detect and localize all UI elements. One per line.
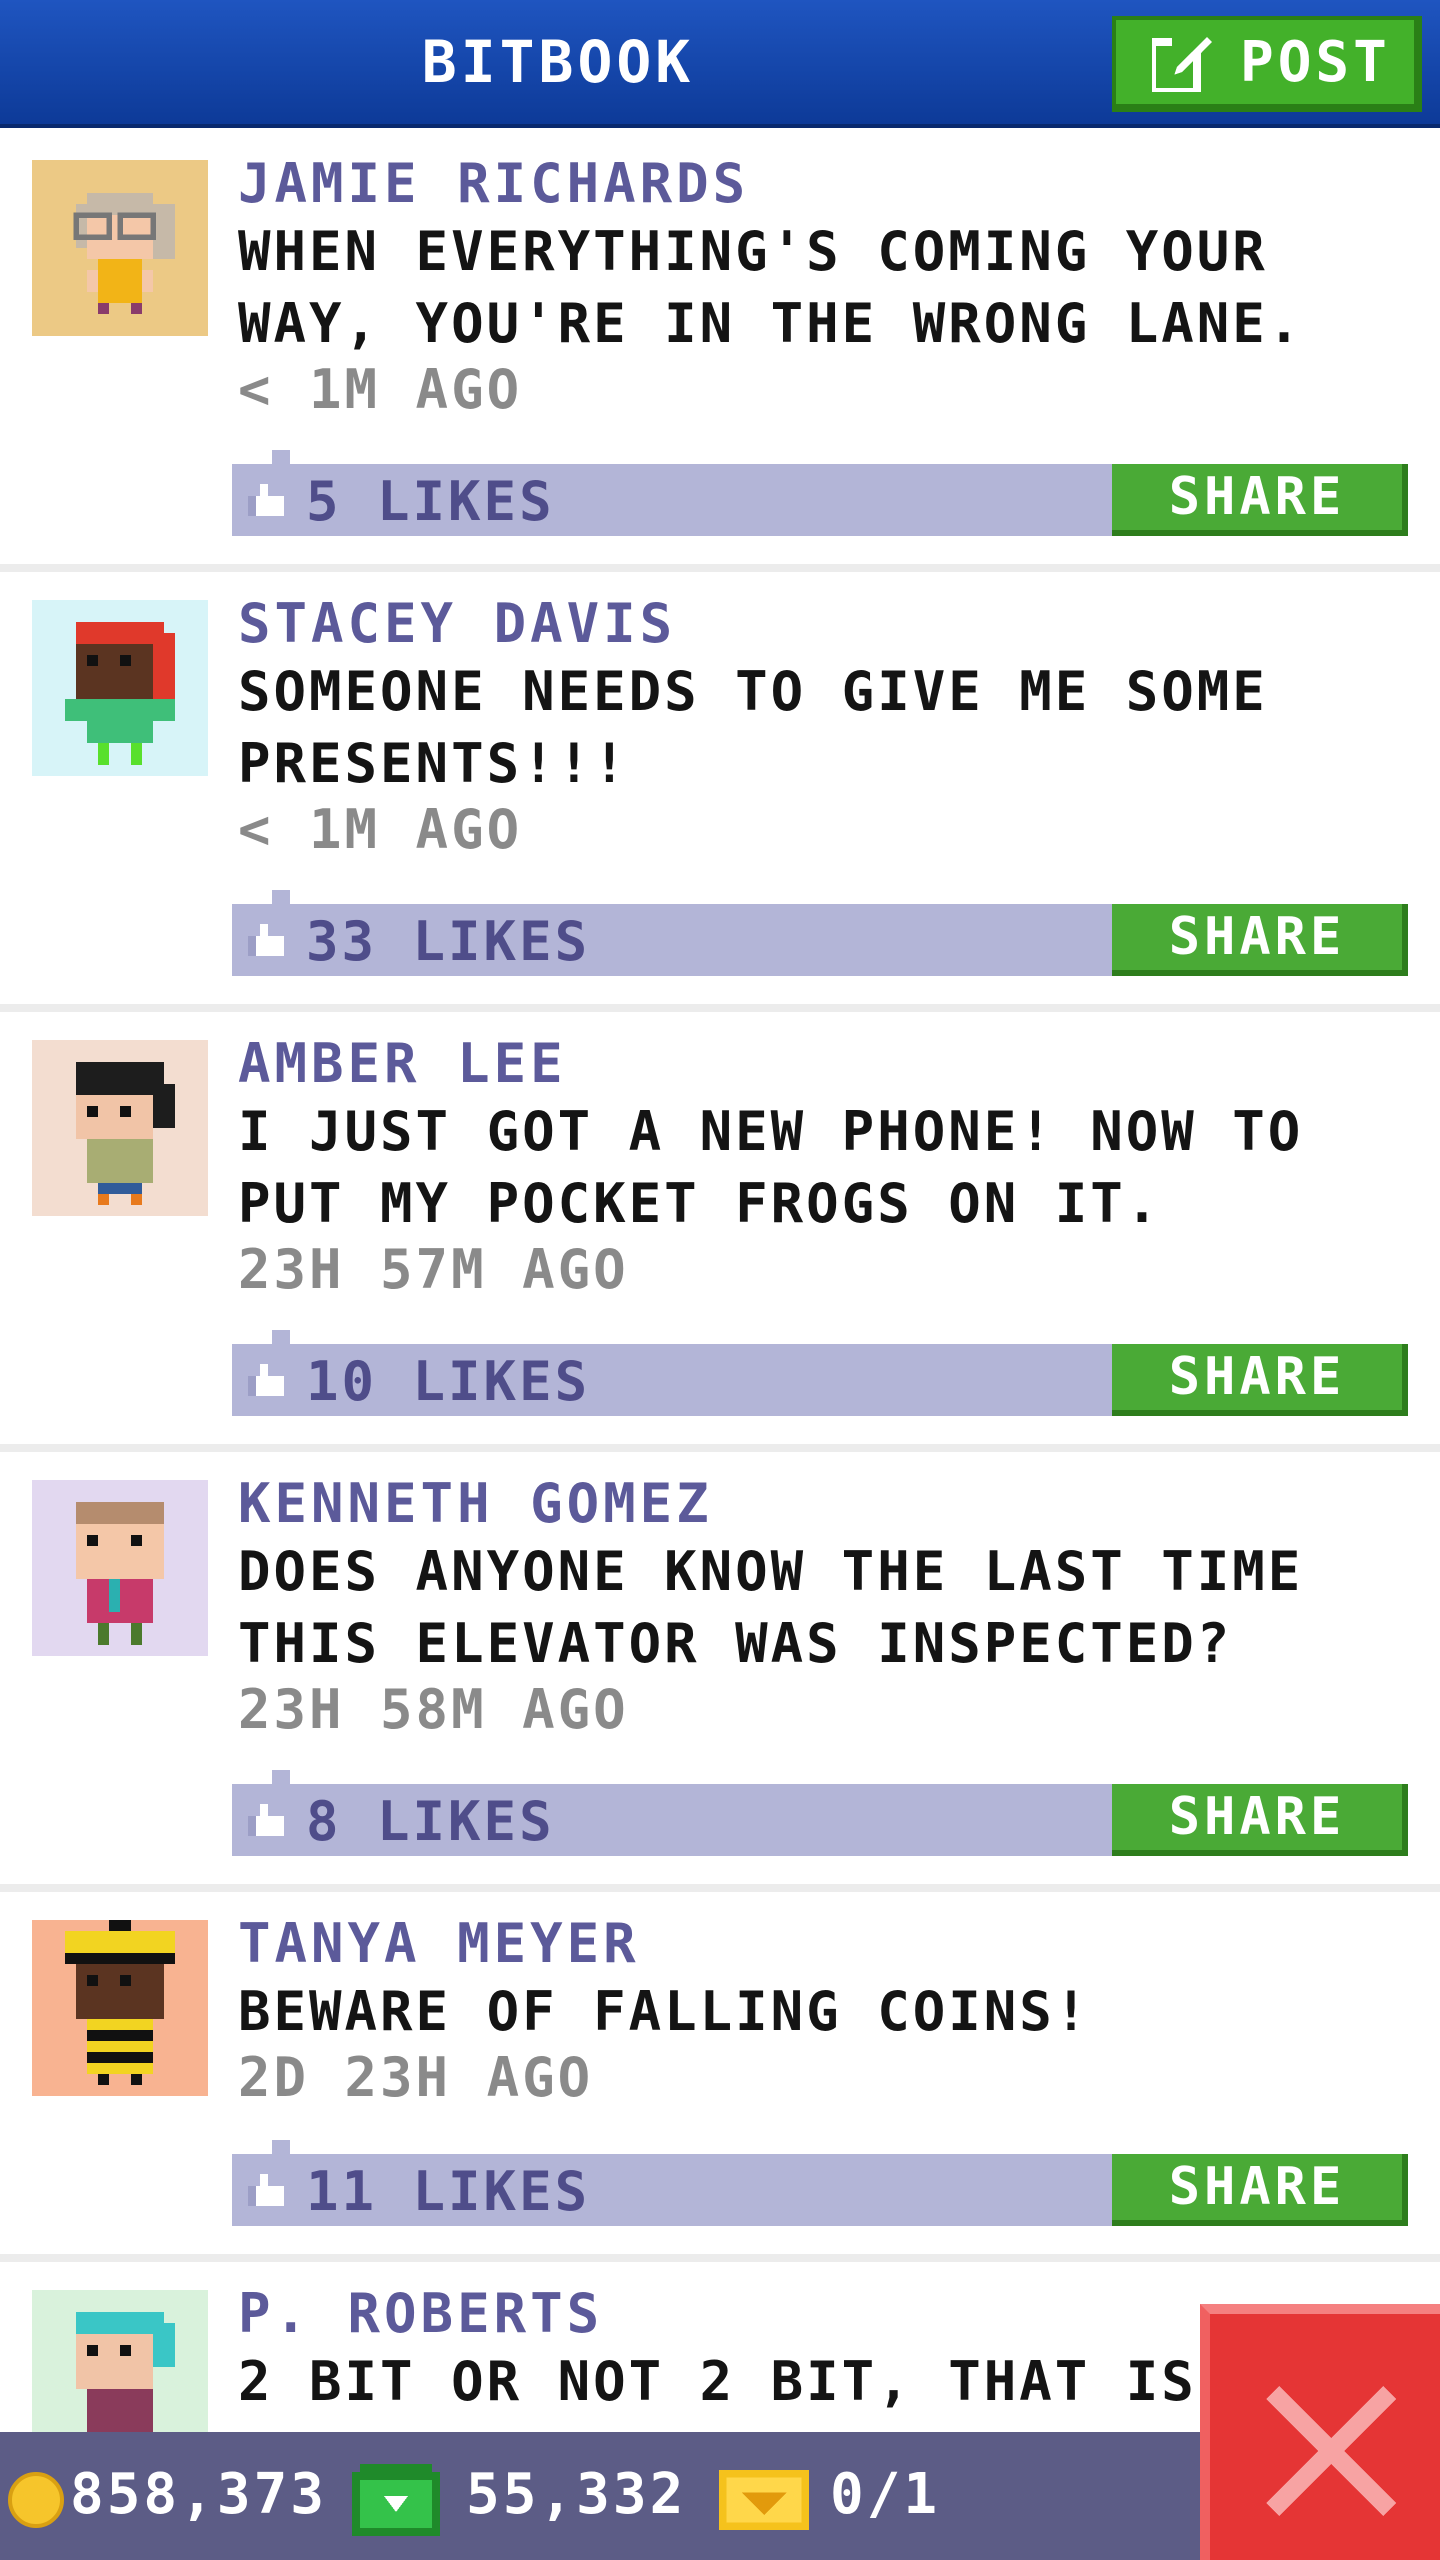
bux-icon	[352, 2464, 440, 2536]
avatar	[32, 160, 208, 336]
post-author[interactable]: P. ROBERTS	[238, 2282, 603, 2345]
likes-count: 11 LIKES	[306, 2160, 591, 2223]
post-message: BEWARE OF FALLING COINS!	[238, 1980, 1091, 2043]
thumbs-up-icon	[248, 924, 284, 956]
post-time: 23H 57M AGO	[238, 1238, 629, 1301]
feed-post: AMBER LEE I JUST GOT A NEW PHONE! NOW TO…	[0, 1012, 1440, 1452]
post-message: I JUST GOT A NEW PHONE! NOW TO PUT MY PO…	[238, 1100, 1304, 1235]
thumbs-up-icon	[248, 1804, 284, 1836]
avatar	[32, 1480, 208, 1656]
post-button[interactable]: POST	[1112, 16, 1422, 112]
post-author[interactable]: AMBER LEE	[238, 1032, 567, 1095]
likes-count: 10 LIKES	[306, 1350, 591, 1413]
thumbs-up-icon	[248, 484, 284, 516]
avatar	[32, 600, 208, 776]
share-button[interactable]: SHARE	[1112, 1344, 1408, 1416]
avatar	[32, 1040, 208, 1216]
coin-icon	[8, 2472, 64, 2528]
post-author[interactable]: KENNETH GOMEZ	[238, 1472, 713, 1535]
post-message: SOMEONE NEEDS TO GIVE ME SOME PRESENTS!!…	[238, 660, 1268, 795]
avatar	[32, 1920, 208, 2096]
post-button-label: POST	[1240, 29, 1391, 95]
thumbs-up-icon	[248, 1364, 284, 1396]
thumbs-up-icon	[248, 2174, 284, 2206]
post-author[interactable]: STACEY DAVIS	[238, 592, 676, 655]
coins-count: 858,373	[70, 2462, 328, 2527]
share-button[interactable]: SHARE	[1112, 2154, 1408, 2226]
app-header: BITBOOK POST	[0, 0, 1440, 128]
bux-count: 55,332	[466, 2462, 687, 2527]
feed-post: JAMIE RICHARDS WHEN EVERYTHING'S COMING …	[0, 132, 1440, 572]
feed-post: STACEY DAVIS SOMEONE NEEDS TO GIVE ME SO…	[0, 572, 1440, 1012]
feed-post: KENNETH GOMEZ DOES ANYONE KNOW THE LAST …	[0, 1452, 1440, 1892]
edit-icon	[1152, 32, 1212, 92]
post-author[interactable]: JAMIE RICHARDS	[238, 152, 749, 215]
share-button[interactable]: SHARE	[1112, 904, 1408, 976]
post-message: WHEN EVERYTHING'S COMING YOUR WAY, YOU'R…	[238, 220, 1304, 355]
post-time: < 1M AGO	[238, 358, 523, 421]
likes-count: 33 LIKES	[306, 910, 591, 973]
likes-count: 8 LIKES	[306, 1790, 555, 1853]
post-time: < 1M AGO	[238, 798, 523, 861]
post-message: DOES ANYONE KNOW THE LAST TIME THIS ELEV…	[238, 1540, 1304, 1675]
tickets-count: 0/1	[830, 2462, 941, 2527]
close-icon	[1266, 2386, 1396, 2516]
feed-post: TANYA MEYER BEWARE OF FALLING COINS! 2D …	[0, 1892, 1440, 2262]
share-button[interactable]: SHARE	[1112, 464, 1408, 536]
share-button[interactable]: SHARE	[1112, 1784, 1408, 1856]
close-button[interactable]	[1200, 2304, 1440, 2560]
post-author[interactable]: TANYA MEYER	[238, 1912, 640, 1975]
post-time: 23H 58M AGO	[238, 1678, 629, 1741]
ticket-icon	[719, 2470, 809, 2530]
likes-count: 5 LIKES	[306, 470, 555, 533]
post-time: 2D 23H AGO	[238, 2046, 594, 2109]
